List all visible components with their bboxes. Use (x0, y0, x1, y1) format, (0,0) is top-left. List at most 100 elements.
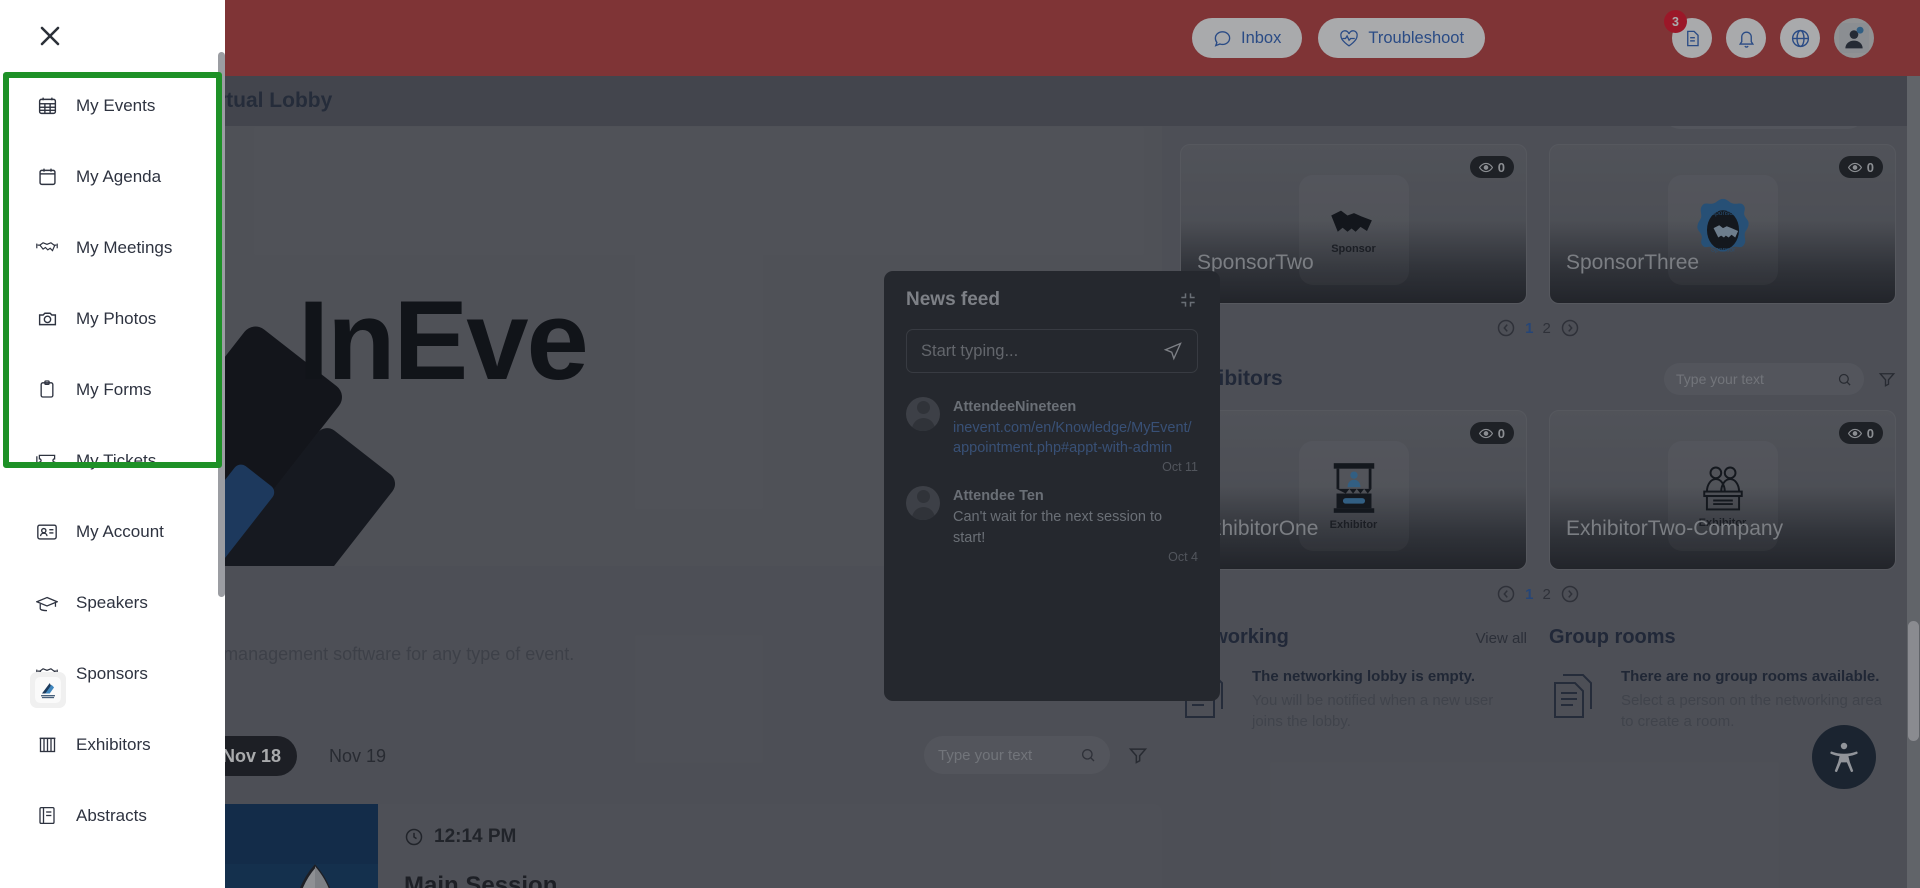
handshake-icon (1330, 210, 1372, 232)
group-rooms-empty-text: There are no group rooms available. Sele… (1621, 667, 1896, 733)
news-post-body: Attendee Ten Can't wait for the next ses… (953, 486, 1198, 564)
session-time: 12:14 PM (434, 826, 517, 847)
calendar-icon (36, 166, 58, 188)
page-number[interactable]: 2 (1543, 586, 1551, 603)
news-feed-title: News feed (906, 289, 1000, 310)
session-row[interactable]: all set! hecking in your attendees. (118, 804, 1162, 888)
sidebar-item-my-meetings[interactable]: My Meetings (0, 212, 225, 283)
documents-icon (1554, 674, 1592, 718)
exhibitor-card[interactable]: 0 Exhibitor ExhibitorOne (1180, 410, 1527, 570)
sidebar-item-label: My Events (76, 95, 156, 115)
filter-icon[interactable] (1128, 744, 1148, 766)
news-post-author: AttendeeNineteen (953, 399, 1077, 415)
welcome-strip: e to the Virtual Lobby (0, 76, 1920, 126)
news-post-body: AttendeeNineteen inevent.com/en/Knowledg… (953, 397, 1198, 474)
close-drawer-button[interactable] (36, 22, 64, 50)
networking-empty-text: The networking lobby is empty. You will … (1252, 667, 1527, 733)
session-time-row: 12:14 PM (404, 826, 1136, 848)
sidebar-item-my-agenda[interactable]: My Agenda (0, 141, 225, 212)
sponsor-thumbnail: Sponsor (1298, 175, 1409, 285)
news-post-link[interactable]: inevent.com/en/Knowledge/MyEvent/appoint… (953, 418, 1198, 458)
booth-person-icon (1333, 463, 1374, 513)
sidebar-item-label: My Photos (76, 308, 157, 328)
svg-text:Sponsor: Sponsor (1710, 247, 1735, 254)
clipboard-icon (36, 379, 58, 401)
agenda-search-placeholder: Type your text (938, 746, 1033, 764)
page-scrollbar-thumb[interactable] (1908, 621, 1919, 741)
inbox-label: Inbox (1241, 28, 1282, 47)
agenda-search-input[interactable]: Type your text (924, 736, 1110, 774)
troubleshoot-button[interactable]: Troubleshoot (1318, 18, 1486, 58)
hero-logo-text: InEve (298, 278, 589, 403)
sponsor-card[interactable]: 0 Sponsor SponsorTwo (1180, 144, 1527, 304)
top-header-bar: obby Inbox Troubleshoot (0, 0, 1920, 76)
exhibitors-pagination: 1 2 (1180, 584, 1896, 604)
exhibitors-header: Exhibitors Type your text (1180, 362, 1896, 396)
profile-button[interactable] (1834, 18, 1874, 58)
sidebar-item-label: My Forms (76, 379, 152, 399)
filter-icon[interactable] (1878, 369, 1896, 389)
group-rooms-section: Group rooms There are no group rooms ava… (1549, 626, 1896, 733)
sidebar-item-my-tickets[interactable]: My Tickets (0, 425, 225, 496)
prev-page-icon[interactable] (1496, 318, 1516, 338)
views-count: 0 (1497, 159, 1505, 175)
next-page-icon[interactable] (1560, 318, 1580, 338)
svg-text:Sponsor: Sponsor (1710, 210, 1735, 217)
drawer-scrollbar[interactable] (218, 52, 225, 597)
inbox-button[interactable]: Inbox (1192, 18, 1303, 58)
drawer-menu: My Events My Agenda My Meetings My Photo… (0, 70, 225, 851)
sponsorship-pagination: 1 2 (1180, 318, 1896, 338)
collapse-icon[interactable] (1178, 290, 1198, 310)
prev-page-icon[interactable] (1496, 584, 1516, 604)
booth-group-icon (1702, 466, 1743, 511)
agenda-date-tabs: Nov 13 Nov 18 Nov 19 Type your text (118, 736, 1162, 786)
group-rooms-title: Group rooms (1549, 626, 1676, 648)
accessibility-icon (1830, 742, 1858, 773)
exhibitor-name: ExhibitorTwo-Company (1566, 517, 1784, 540)
sidebar-item-my-photos[interactable]: My Photos (0, 283, 225, 354)
sponsor-card[interactable]: 0 Sponsor Sponsor SponsorThree (1549, 144, 1896, 304)
news-feed-input[interactable]: Start typing... (906, 329, 1198, 373)
group-rooms-header: Group rooms (1549, 626, 1896, 649)
avatar (906, 486, 940, 521)
exhibitors-search-input[interactable]: Type your text (1664, 363, 1864, 395)
page-number[interactable]: 1 (1525, 320, 1533, 337)
sponsor-name: SponsorThree (1566, 251, 1700, 274)
inevent-logo-icon (35, 677, 61, 703)
booth-icon (36, 734, 58, 756)
news-feed-post: AttendeeNineteen inevent.com/en/Knowledg… (906, 397, 1198, 474)
calendar-grid-icon (36, 95, 58, 117)
handshake-icon (36, 237, 58, 259)
page-scrollbar[interactable] (1907, 76, 1920, 888)
navigation-drawer: My Events My Agenda My Meetings My Photo… (0, 0, 225, 888)
session-card[interactable]: 12:14 PM Main Session (378, 804, 1162, 888)
date-tab-2[interactable]: Nov 19 (313, 736, 402, 776)
ticket-icon (36, 450, 58, 472)
sidebar-item-my-events[interactable]: My Events (0, 70, 225, 141)
eye-icon (1478, 162, 1493, 172)
notifications-button[interactable] (1726, 18, 1766, 58)
page-number[interactable]: 2 (1543, 320, 1551, 337)
avatar (1839, 23, 1869, 53)
language-button[interactable] (1780, 18, 1820, 58)
sidebar-item-my-forms[interactable]: My Forms (0, 354, 225, 425)
sidebar-item-exhibitors[interactable]: Exhibitors (0, 709, 225, 780)
sidebar-item-speakers[interactable]: Speakers (0, 567, 225, 638)
sidebar-item-label: Abstracts (76, 805, 147, 825)
sidebar-item-my-account[interactable]: My Account (0, 496, 225, 567)
send-icon[interactable] (1163, 341, 1183, 361)
page-number[interactable]: 1 (1525, 586, 1533, 603)
header-icon-buttons: 3 (1664, 10, 1874, 58)
sidebar-item-abstracts[interactable]: Abstracts (0, 780, 225, 851)
networking-view-all-link[interactable]: View all (1476, 630, 1527, 647)
eye-icon (1847, 162, 1862, 172)
accessibility-button[interactable] (1812, 725, 1876, 789)
documents-button[interactable]: 3 (1664, 10, 1712, 58)
exhibitor-card[interactable]: 0 Exhibitor ExhibitorTwo-Company (1549, 410, 1896, 570)
news-feed-panel: News feed Start typing... AttendeeNinete… (884, 271, 1220, 701)
networking-section: Networking View all The networking lobby… (1180, 626, 1527, 733)
app-logo-button[interactable] (30, 672, 66, 708)
eye-icon (1847, 428, 1862, 438)
next-page-icon[interactable] (1560, 584, 1580, 604)
document-icon (1686, 30, 1699, 46)
